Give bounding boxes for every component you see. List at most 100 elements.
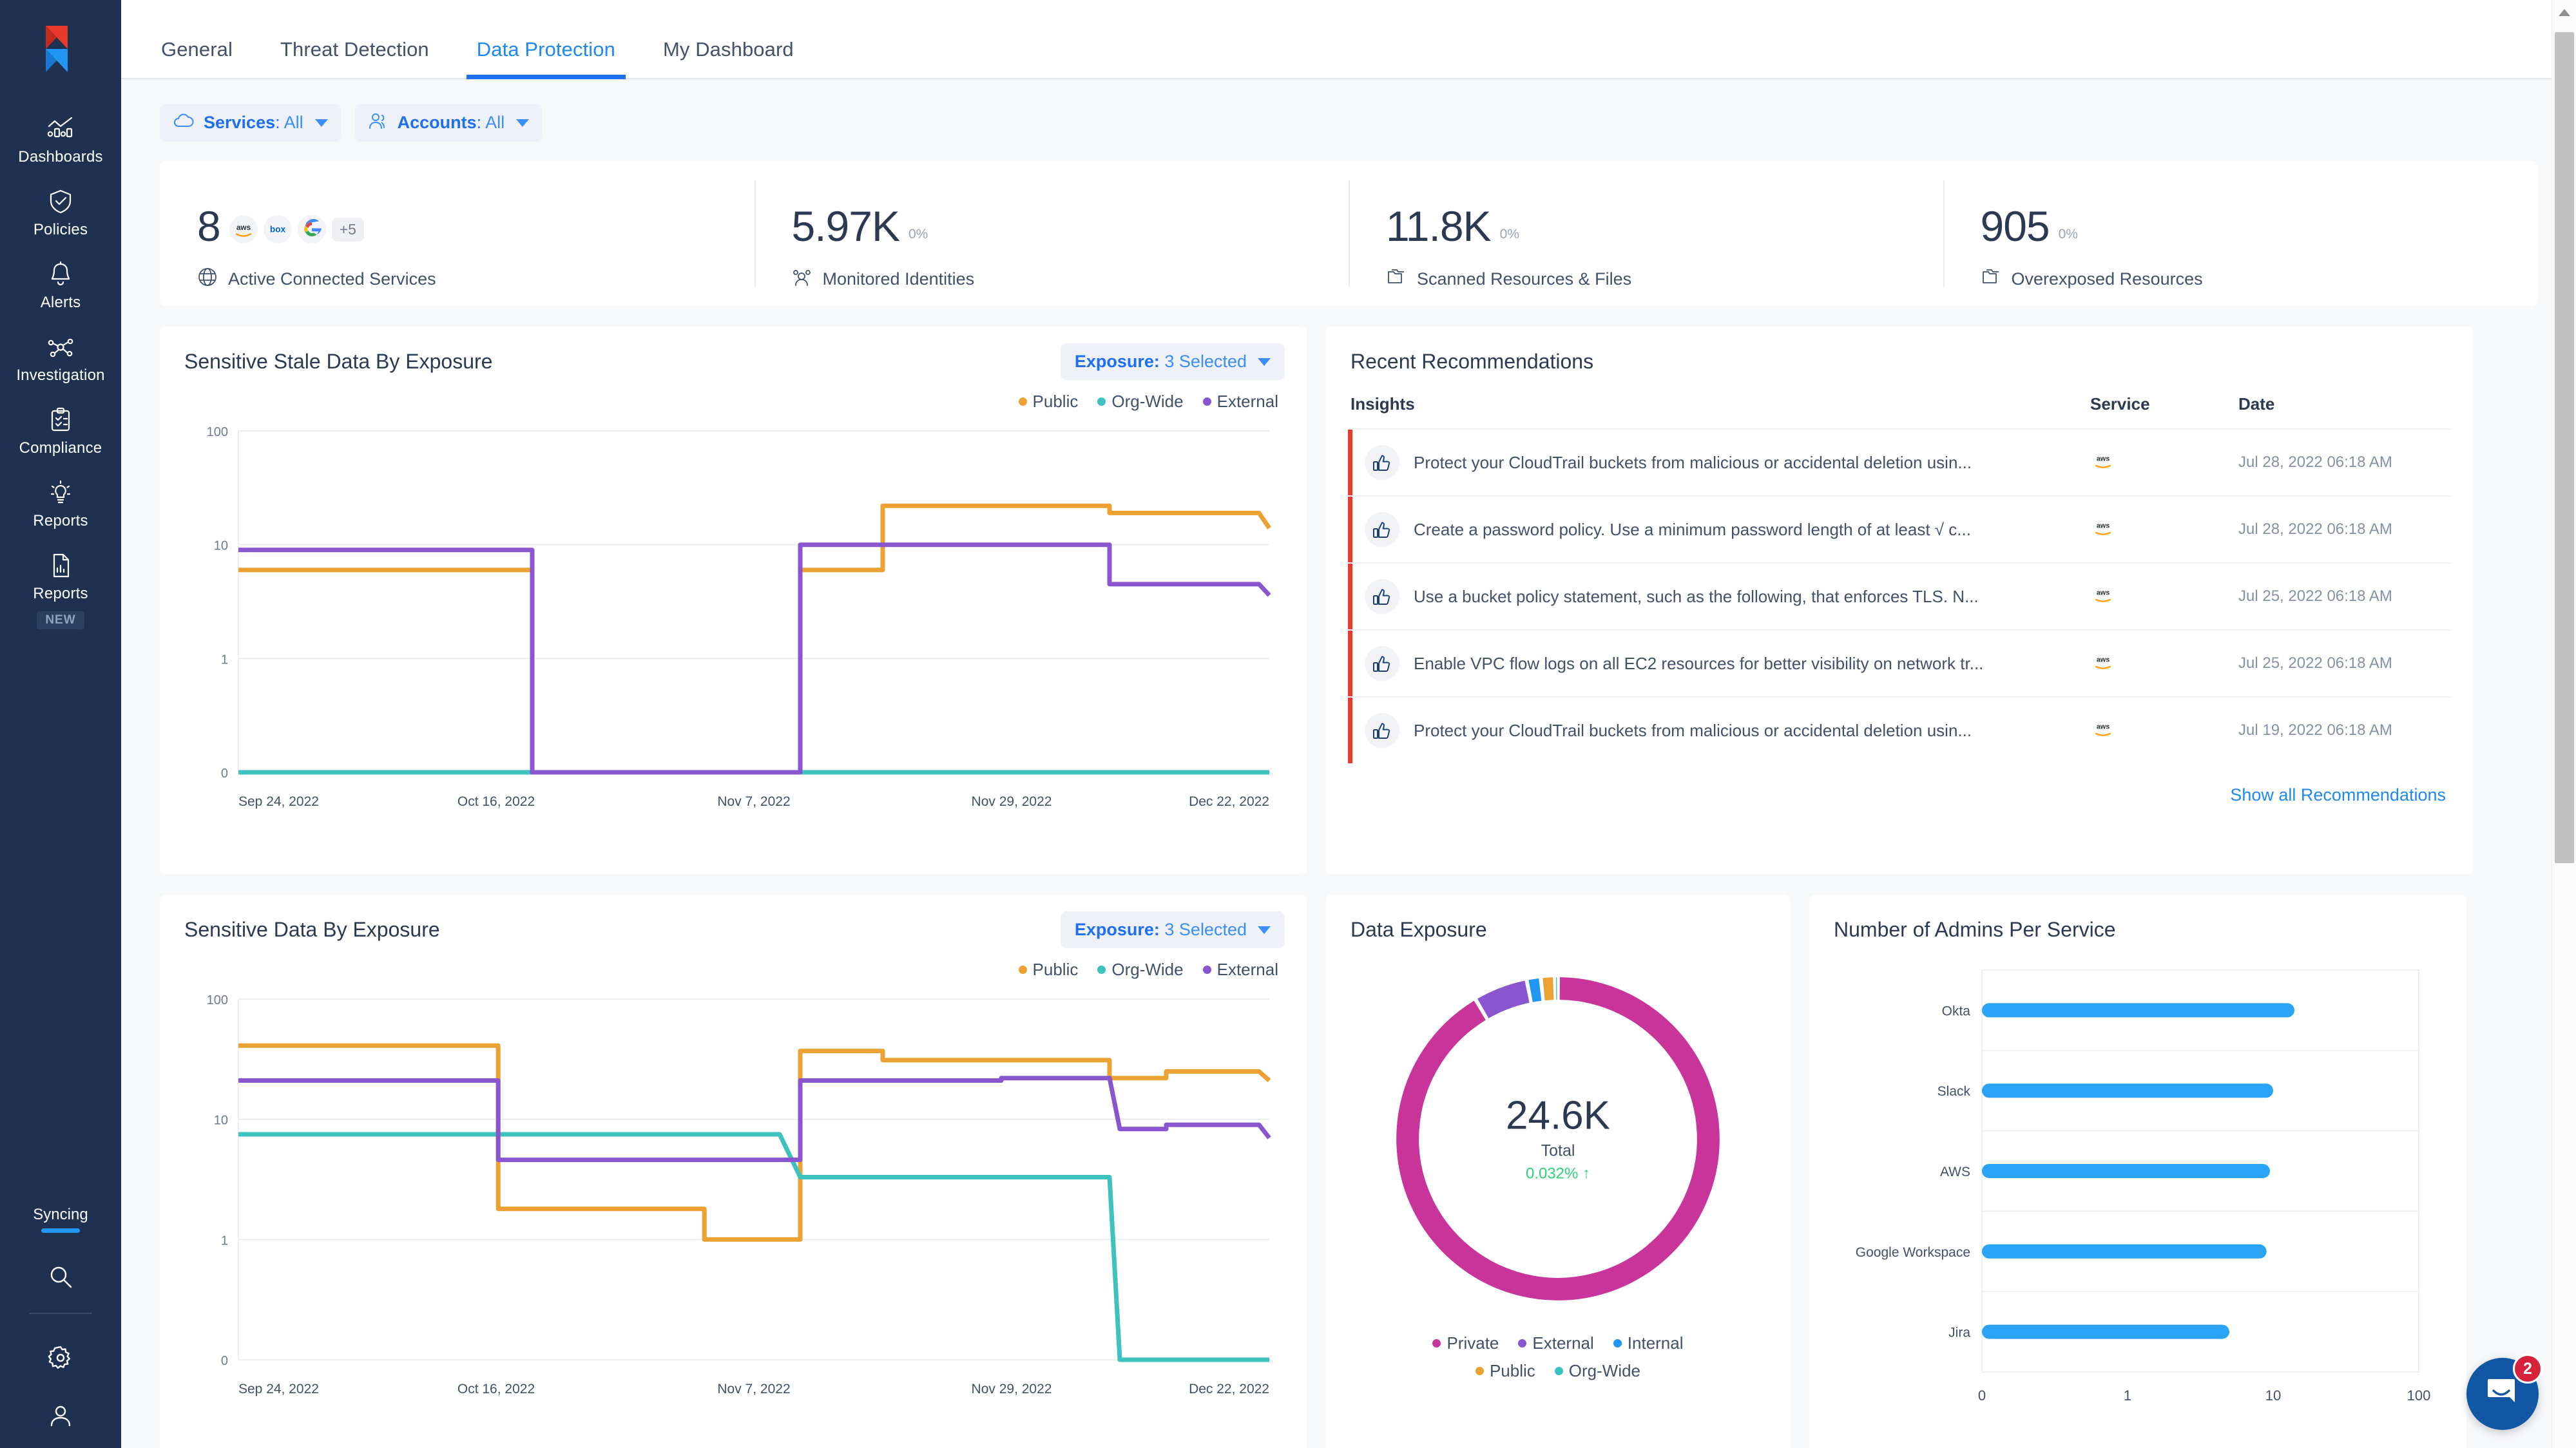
svg-text:Okta: Okta — [1942, 1004, 1971, 1018]
legend-public[interactable]: Public — [1018, 392, 1078, 412]
legend-org-wide[interactable]: Org-Wide — [1097, 960, 1184, 980]
bell-icon — [46, 260, 75, 289]
exposure-filter-sensitive[interactable]: Exposure: 3 Selected — [1060, 911, 1285, 948]
kpi-value: 905 — [1980, 202, 2050, 250]
recommendation-date: Jul 19, 2022 06:18 AM — [2238, 721, 2392, 739]
donut-legend-label: Public — [1489, 1361, 1535, 1380]
admins-bar-chart[interactable]: Okta Slack AWS Google Workspace Jira 0 1 10 100 — [1809, 942, 2466, 1415]
people-group-icon — [792, 267, 812, 292]
legend-public[interactable]: Public — [1018, 960, 1078, 980]
svg-text:10: 10 — [214, 1114, 228, 1128]
table-row[interactable]: Create a password policy. Use a minimum … — [1348, 495, 2451, 562]
kpi-delta: 0% — [908, 227, 928, 242]
accounts-filter[interactable]: Accounts: All — [354, 104, 543, 142]
donut-legend-item[interactable]: External — [1518, 1333, 1594, 1353]
kpi-delta: 0% — [2058, 227, 2078, 242]
svg-text:100: 100 — [207, 993, 228, 1007]
donut-legend-item[interactable]: Private — [1432, 1333, 1499, 1353]
gear-icon[interactable] — [46, 1344, 75, 1372]
panel-title: Data Exposure — [1350, 918, 1487, 941]
exposure-filter-stale[interactable]: Exposure: 3 Selected — [1060, 343, 1285, 380]
thumbs-up-icon[interactable] — [1365, 512, 1399, 547]
table-row[interactable]: Enable VPC flow logs on all EC2 resource… — [1348, 629, 2451, 696]
recommendation-insight: Use a bucket policy statement, such as t… — [1350, 579, 2090, 614]
kpi-value-row: 905 0% — [1981, 205, 2538, 247]
kpi-label-text: Overexposed Resources — [2011, 269, 2203, 289]
lightbulb-icon — [46, 478, 75, 508]
tab-general[interactable]: General — [161, 38, 233, 78]
data-exposure-panel: Data Exposure 24.6K Total 0.032% ↑ Priva… — [1326, 895, 1790, 1448]
recent-recommendations-panel: Recent Recommendations Insights Service … — [1326, 327, 2473, 874]
svg-text:10: 10 — [214, 539, 228, 553]
svg-text:Jira: Jira — [1948, 1326, 1970, 1340]
chat-launcher-button[interactable]: 2 — [2466, 1354, 2542, 1430]
sidebar-item-policies[interactable]: Policies — [0, 176, 121, 249]
kpi-strip: 8 aws box +5 Active Connected Services 5… — [160, 161, 2537, 306]
brand-logo-icon[interactable] — [35, 23, 86, 73]
svg-text:aws: aws — [236, 223, 251, 232]
table-row[interactable]: Use a bucket policy statement, such as t… — [1348, 562, 2451, 629]
column-header-insights: Insights — [1350, 394, 1415, 414]
sidebar-item-reports-label: Reports — [33, 585, 88, 602]
stale-line-chart[interactable]: 100 10 1 0 Sep 24, 2022 Oct 16, 2022 Nov 7, 20… — [160, 412, 1307, 823]
kpi-label-text: Active Connected Services — [228, 269, 436, 289]
donut-legend-item[interactable]: Internal — [1613, 1333, 1684, 1353]
kpi-value: 8 — [197, 202, 221, 250]
donut-chart[interactable]: 24.6K Total 0.032% ↑ — [1378, 958, 1738, 1319]
legend-dot — [1202, 397, 1211, 406]
recommendation-service: aws — [2090, 653, 2238, 674]
sidebar-item-reports[interactable]: Reports Reports NEW — [0, 540, 121, 639]
app-root: Dashboards Policies Alerts Investigation… — [0, 0, 2576, 1448]
thumbs-up-icon[interactable] — [1365, 713, 1399, 748]
donut-legend-item[interactable]: Org-Wide — [1554, 1361, 1640, 1381]
sensitive-line-chart[interactable]: 100 10 1 0 Sep 24, 2022 Oct 16, 2022 Nov 7, 20… — [160, 980, 1307, 1410]
tab-my-dashboard[interactable]: My Dashboard — [663, 38, 794, 78]
column-header-date: Date — [2238, 394, 2275, 414]
recommendation-service: aws — [2090, 720, 2238, 741]
table-header: Insights Service Date — [1348, 374, 2451, 428]
user-icon[interactable] — [46, 1402, 75, 1430]
table-row[interactable]: Protect your CloudTrail buckets from mal… — [1348, 696, 2451, 763]
sidebar: Dashboards Policies Alerts Investigation… — [0, 0, 121, 1448]
svg-text:Dec 22, 2022: Dec 22, 2022 — [1189, 794, 1269, 809]
donut-legend: Private External Internal Public Org-Wide — [1378, 1319, 1738, 1381]
table-row[interactable]: Protect your CloudTrail buckets from mal… — [1348, 428, 2451, 495]
tab-bar: General Threat Detection Data Protection… — [121, 0, 2576, 79]
scrollbar-thumb[interactable] — [2555, 32, 2574, 863]
legend-external[interactable]: External — [1202, 960, 1278, 980]
thumbs-up-icon[interactable] — [1365, 445, 1399, 480]
sidebar-item-compliance[interactable]: Compliance — [0, 394, 121, 467]
vertical-scrollbar[interactable] — [2552, 0, 2576, 1448]
svg-text:aws: aws — [2097, 656, 2110, 664]
svg-text:Nov 29, 2022: Nov 29, 2022 — [972, 794, 1052, 809]
svg-text:Sep 24, 2022: Sep 24, 2022 — [238, 1382, 319, 1396]
panel-header: Sensitive Data By Exposure Exposure: 3 S… — [160, 895, 1307, 948]
sidebar-item-investigation[interactable]: Investigation — [0, 321, 121, 394]
sidebar-item-insights[interactable]: Reports — [0, 467, 121, 540]
sidebar-item-dashboards[interactable]: Dashboards — [0, 103, 121, 176]
recommendation-text: Create a password policy. Use a minimum … — [1414, 519, 1971, 539]
search-icon[interactable] — [46, 1262, 75, 1291]
tab-data-protection[interactable]: Data Protection — [466, 38, 626, 79]
sidebar-item-label: Policies — [33, 221, 88, 238]
donut-legend-item[interactable]: Public — [1475, 1361, 1535, 1381]
scroll-up-arrow-icon[interactable] — [2559, 9, 2570, 16]
tab-threat-detection[interactable]: Threat Detection — [280, 38, 429, 78]
sidebar-item-alerts[interactable]: Alerts — [0, 249, 121, 321]
sync-progress-bar — [41, 1228, 80, 1233]
filter-bar: Services: All Accounts: All — [121, 79, 2576, 142]
kpi-label-text: Scanned Resources & Files — [1417, 269, 1632, 289]
thumbs-up-icon[interactable] — [1365, 646, 1399, 681]
panel-title: Number of Admins Per Service — [1834, 918, 2116, 941]
legend-org-wide[interactable]: Org-Wide — [1097, 392, 1184, 412]
svg-text:Oct 16, 2022: Oct 16, 2022 — [457, 794, 535, 809]
recommendation-insight: Protect your CloudTrail buckets from mal… — [1350, 445, 2090, 480]
services-filter[interactable]: Services: All — [160, 104, 341, 142]
recommendation-insight: Create a password policy. Use a minimum … — [1350, 512, 2090, 547]
thumbs-up-icon[interactable] — [1365, 579, 1399, 614]
legend-dot — [1518, 1339, 1527, 1348]
svg-text:aws: aws — [2097, 723, 2110, 731]
legend-external[interactable]: External — [1202, 392, 1278, 412]
svg-text:0: 0 — [1978, 1387, 1986, 1404]
show-all-recommendations-link[interactable]: Show all Recommendations — [2230, 785, 2446, 805]
